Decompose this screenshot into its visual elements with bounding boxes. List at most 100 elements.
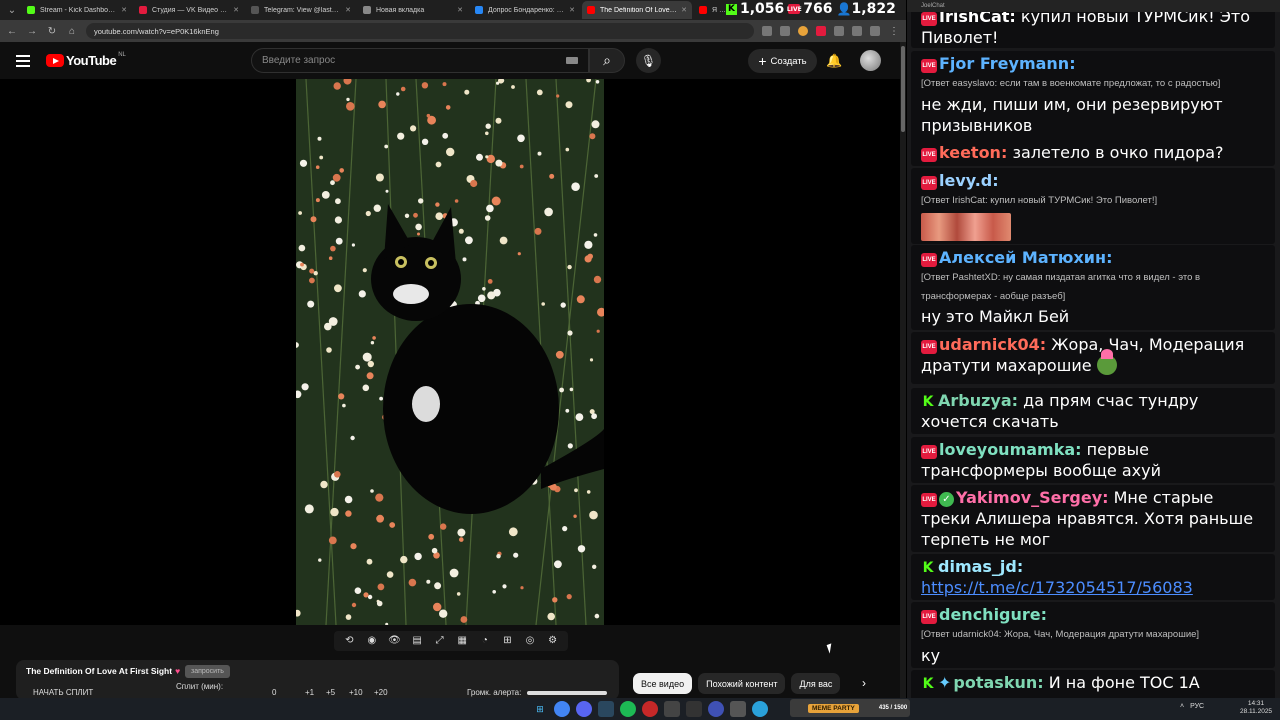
search-button[interactable]: ⌕ (589, 48, 625, 73)
search-input[interactable]: Введите запрос (251, 48, 589, 73)
voice-search-button[interactable]: 🎙 (636, 48, 661, 73)
windows-start-icon[interactable]: ⊞ (532, 701, 548, 717)
resize-icon[interactable]: ⤢ (433, 635, 447, 647)
close-icon[interactable]: ✕ (569, 6, 575, 14)
speed-icon[interactable]: ◔ (478, 635, 492, 647)
chat-nick: dimas_jd: (938, 557, 1024, 576)
chevron-right-icon[interactable]: › (862, 676, 866, 690)
chrome-icon[interactable] (554, 701, 570, 717)
hamburger-menu-icon[interactable] (16, 55, 30, 67)
extension-icon[interactable] (780, 26, 790, 36)
system-clock[interactable]: 14:31 28.11.2025 (1240, 700, 1272, 716)
language-indicator[interactable]: РУС (1190, 703, 1204, 710)
chat-message: LIVE Fjor Freymann: [Ответ easyslavo: есл… (911, 51, 1275, 149)
screenshot-icon[interactable]: ◎ (523, 635, 537, 647)
app-icon[interactable] (708, 701, 724, 717)
chevron-up-icon[interactable]: ˄ (1180, 703, 1184, 710)
close-icon[interactable]: ✕ (345, 6, 351, 14)
start-split-button[interactable]: НАЧАТЬ СПЛИТ (33, 688, 93, 697)
browser-tab[interactable]: Новая вкладка ✕ (358, 1, 468, 19)
eye-icon[interactable]: 👁 (387, 635, 401, 647)
browser-tab[interactable]: Stream - Kick Dashboard ✕ (22, 1, 132, 19)
browser-tab[interactable]: Telegram: View @lastoppo ✕ (246, 1, 356, 19)
flower-dot (556, 94, 560, 98)
chat-reply-quote: [Ответ udarnick04: Жора, Чач, Модерация … (921, 629, 1200, 640)
flower-dot (335, 198, 341, 205)
audio-icon[interactable]: ◉ (365, 635, 379, 647)
split-value[interactable]: +5 (326, 688, 335, 697)
chat-text: залетело в очко пидора? (1012, 143, 1224, 162)
avatar[interactable] (860, 50, 881, 71)
spotify-icon[interactable] (620, 701, 636, 717)
vk-live-icon: LIVE (921, 610, 937, 624)
close-icon[interactable]: ✕ (457, 6, 463, 14)
flower-dot (309, 268, 315, 274)
video-title: The Definition Of Love At First Sight ♥ (26, 666, 181, 676)
close-icon[interactable]: ✕ (233, 6, 239, 14)
chip-all-videos[interactable]: Все видео (633, 673, 693, 694)
split-value[interactable]: +1 (305, 688, 314, 697)
request-badge[interactable]: запросить (185, 665, 230, 678)
flower-dot (573, 514, 577, 518)
scrollbar-thumb[interactable] (901, 46, 905, 132)
youtube-logo[interactable]: YouTube NL (46, 52, 126, 68)
grid-icon[interactable]: ▦ (455, 635, 469, 647)
chat-message-list[interactable]: LIVE IrishCat: купил новый ТУРМСик! Это П… (907, 12, 1280, 698)
split-value[interactable]: +20 (374, 688, 388, 697)
chat-nick: Yakimov_Sergey: (956, 488, 1109, 507)
flower-dot (565, 147, 570, 152)
app-icon[interactable] (686, 701, 702, 717)
tab-list-icon[interactable]: ⌄ (4, 2, 20, 18)
flower-dot (421, 82, 429, 89)
url-field[interactable]: youtube.com/watch?v=eP0K16knEng (86, 23, 754, 39)
extension-icon[interactable] (798, 26, 808, 36)
browser-tab-active[interactable]: The Definition Of Love At Fi ✕ (582, 1, 692, 19)
extension-icon[interactable] (816, 26, 826, 36)
discord-icon[interactable] (576, 701, 592, 717)
settings-gear-icon[interactable]: ⚙ (546, 635, 560, 647)
forward-icon[interactable]: → (26, 26, 38, 37)
kick-viewer-count: 1,056 (740, 1, 785, 17)
loop-icon[interactable]: ⟲ (342, 635, 356, 647)
flower-dot (584, 255, 592, 263)
flower-dot (464, 89, 470, 95)
close-icon[interactable]: ✕ (681, 6, 687, 14)
alert-volume-slider[interactable] (527, 691, 607, 695)
app-icon[interactable] (730, 701, 746, 717)
chat-link[interactable]: https://t.me/c/1732054517/56083 (921, 578, 1193, 597)
meme-party-widget[interactable]: MEME PARTY 435 / 1500 (790, 699, 910, 717)
create-button[interactable]: + Создать (748, 49, 817, 73)
keyboard-icon[interactable] (566, 57, 578, 64)
home-icon[interactable]: ⌂ (66, 26, 78, 37)
film-icon[interactable]: ▤ (410, 635, 424, 647)
puzzle-icon[interactable] (834, 26, 844, 36)
search-icon: ⌕ (603, 52, 611, 68)
browser-tab[interactable]: Допрос Бондаренко: нарос✕ (470, 1, 580, 19)
extension-icon[interactable] (762, 26, 772, 36)
back-icon[interactable]: ← (6, 26, 18, 37)
add-icon[interactable]: ⊞ (500, 635, 514, 647)
split-value[interactable]: 0 (272, 688, 276, 697)
flower-dot (334, 216, 342, 224)
profile-icon[interactable] (870, 26, 880, 36)
more-menu-icon[interactable]: ⋮ (888, 26, 900, 37)
flower-dot (496, 554, 501, 559)
notifications-bell-icon[interactable]: 🔔 (826, 53, 842, 69)
app-icon[interactable] (664, 701, 680, 717)
flower-dot (594, 613, 600, 619)
chip-for-you[interactable]: Для вас (791, 673, 841, 694)
chip-similar[interactable]: Похожий контент (698, 673, 786, 694)
video-player[interactable] (0, 79, 900, 625)
flower-dot (326, 347, 332, 353)
browser-tab[interactable]: Студия — VK Видео Live ✕ (134, 1, 244, 19)
obs-icon[interactable] (642, 701, 658, 717)
steam-icon[interactable] (598, 701, 614, 717)
reload-icon[interactable]: ↻ (46, 26, 58, 37)
split-value[interactable]: +10 (349, 688, 363, 697)
telegram-icon[interactable] (752, 701, 768, 717)
chat-reply-quote: [Ответ PashtetXD: ну самая пиздатая агит… (921, 272, 1201, 302)
close-icon[interactable]: ✕ (121, 6, 127, 14)
flower-dot (335, 237, 343, 245)
download-icon[interactable] (852, 26, 862, 36)
flower-dot (354, 587, 362, 594)
